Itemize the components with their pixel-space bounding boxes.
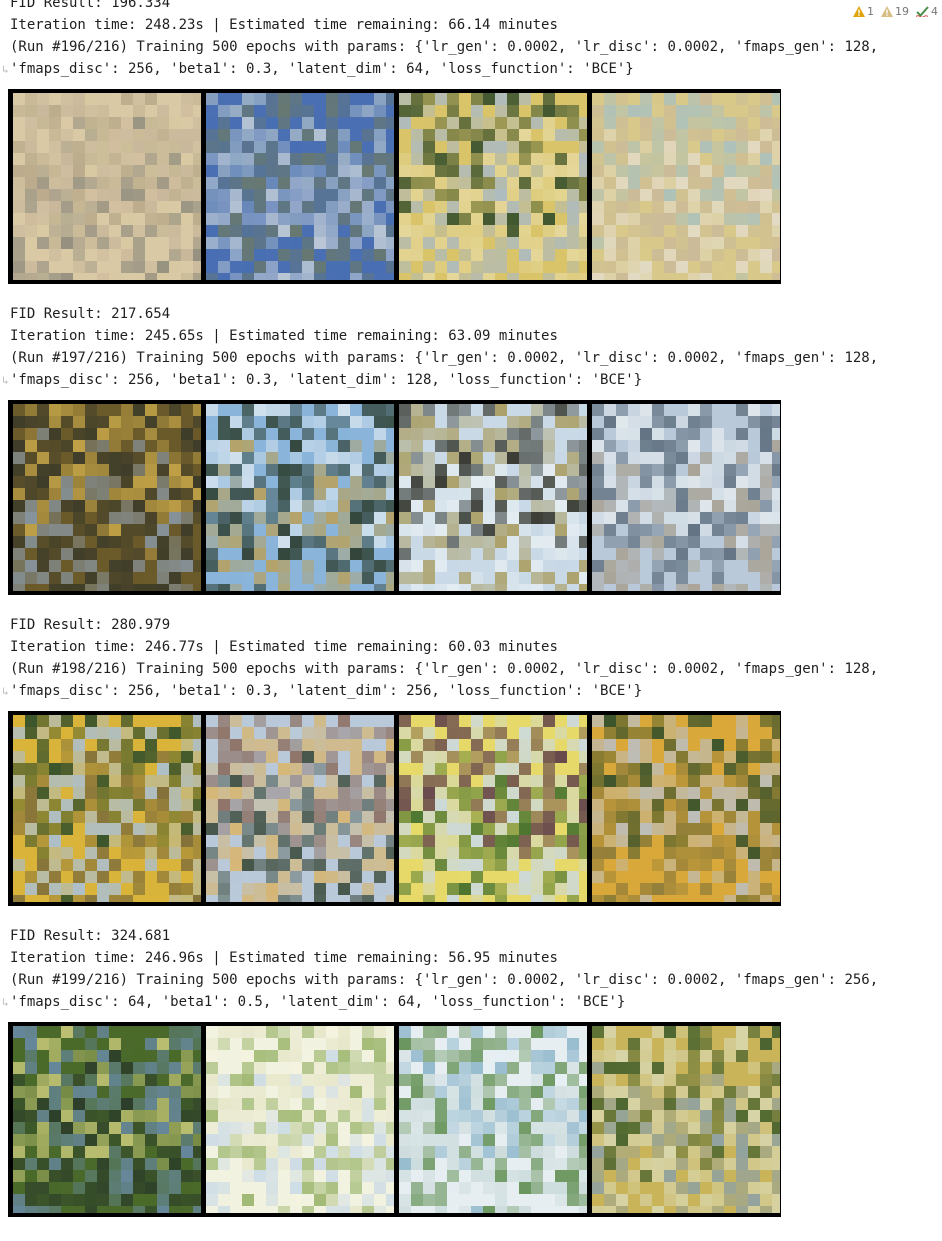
generated-image-canvas [399, 715, 587, 902]
warnings-count: 19 [895, 5, 909, 18]
generated-image-canvas [206, 715, 394, 902]
generated-image [592, 93, 780, 280]
output-block: FID Result: 324.681 Iteration time: 246.9… [2, 925, 878, 1217]
generated-image [399, 404, 587, 591]
iteration-time-line-text: Iteration time: 246.77s | Estimated time… [10, 639, 558, 655]
run-params-line: (Run #199/216) Training 500 epochs with … [10, 969, 878, 991]
generated-image-canvas [13, 715, 201, 902]
generated-image-canvas [13, 1026, 201, 1213]
run-params-line-text: (Run #199/216) Training 500 epochs with … [10, 972, 879, 988]
output-block: FID Result: 280.979 Iteration time: 246.7… [2, 614, 878, 906]
run-params-continued-line: ↳'fmaps_disc': 256, 'beta1': 0.3, 'laten… [2, 369, 878, 391]
generated-image-grid [8, 400, 781, 595]
generated-image [592, 1026, 780, 1213]
generated-image-canvas [13, 404, 201, 591]
fid-result-line-text: FID Result: 196.334 [10, 0, 171, 11]
generated-image [206, 1026, 394, 1213]
fid-result-line: FID Result: 196.334 [10, 0, 878, 14]
generated-image [592, 404, 780, 591]
iteration-time-line-text: Iteration time: 246.96s | Estimated time… [10, 950, 558, 966]
generated-image-canvas [592, 93, 780, 280]
run-params-line: (Run #196/216) Training 500 epochs with … [10, 36, 878, 58]
generated-image-canvas [399, 93, 587, 280]
run-params-line: (Run #198/216) Training 500 epochs with … [10, 658, 878, 680]
generated-image [399, 715, 587, 902]
iteration-time-line: Iteration time: 245.65s | Estimated time… [10, 325, 878, 347]
typo-check-icon [916, 6, 929, 17]
run-params-continued-line-text: 'fmaps_disc': 64, 'beta1': 0.5, 'latent_… [10, 994, 626, 1010]
fid-result-line-text: FID Result: 324.681 [10, 928, 171, 944]
fid-result-line-text: FID Result: 217.654 [10, 306, 171, 322]
run-params-line-text: (Run #197/216) Training 500 epochs with … [10, 350, 879, 366]
generated-image [13, 1026, 201, 1213]
run-params-continued-line-text: 'fmaps_disc': 256, 'beta1': 0.3, 'latent… [10, 61, 634, 77]
generated-image-canvas [399, 1026, 587, 1213]
output-block: FID Result: 196.334 Iteration time: 248.2… [2, 0, 878, 284]
soft-wrap-icon: ↳ [2, 685, 9, 698]
generated-image [399, 1026, 587, 1213]
fid-result-line: FID Result: 217.654 [10, 303, 878, 325]
generated-image-canvas [592, 404, 780, 591]
generated-image-canvas [206, 93, 394, 280]
generated-image [206, 93, 394, 280]
typos-count: 4 [931, 5, 938, 18]
iteration-time-line: Iteration time: 246.77s | Estimated time… [10, 636, 878, 658]
generated-image-grid [8, 711, 781, 906]
generated-image-grid [8, 1022, 781, 1217]
generated-image [13, 715, 201, 902]
generated-image-canvas [592, 715, 780, 902]
generated-image [399, 93, 587, 280]
generated-image [206, 404, 394, 591]
run-params-continued-line-text: 'fmaps_disc': 256, 'beta1': 0.3, 'latent… [10, 372, 643, 388]
run-params-continued-line-text: 'fmaps_disc': 256, 'beta1': 0.3, 'latent… [10, 683, 643, 699]
fid-result-line: FID Result: 280.979 [10, 614, 878, 636]
iteration-time-line-text: Iteration time: 245.65s | Estimated time… [10, 328, 558, 344]
weak-warning-triangle-icon [881, 6, 893, 17]
generated-image-canvas [206, 1026, 394, 1213]
run-params-line: (Run #197/216) Training 500 epochs with … [10, 347, 878, 369]
warnings-indicator[interactable]: 19 [881, 5, 909, 18]
soft-wrap-icon: ↳ [2, 996, 9, 1009]
iteration-time-line-text: Iteration time: 248.23s | Estimated time… [10, 17, 558, 33]
generated-image-canvas [592, 1026, 780, 1213]
typos-indicator[interactable]: 4 [916, 5, 938, 18]
soft-wrap-icon: ↳ [2, 63, 9, 76]
generated-image [592, 715, 780, 902]
run-params-continued-line: ↳'fmaps_disc': 256, 'beta1': 0.3, 'laten… [2, 58, 878, 80]
iteration-time-line: Iteration time: 246.96s | Estimated time… [10, 947, 878, 969]
iteration-time-line: Iteration time: 248.23s | Estimated time… [10, 14, 878, 36]
output-block: FID Result: 217.654 Iteration time: 245.6… [2, 303, 878, 595]
generated-image-grid [8, 89, 781, 284]
generated-image-canvas [399, 404, 587, 591]
generated-image-canvas [13, 93, 201, 280]
soft-wrap-icon: ↳ [2, 374, 9, 387]
fid-result-line-text: FID Result: 280.979 [10, 617, 171, 633]
fid-result-line: FID Result: 324.681 [10, 925, 878, 947]
generated-image [206, 715, 394, 902]
cell-output: FID Result: 196.334 Iteration time: 248.2… [2, 0, 878, 1236]
run-params-continued-line: ↳'fmaps_disc': 64, 'beta1': 0.5, 'latent… [2, 991, 878, 1013]
run-params-line-text: (Run #196/216) Training 500 epochs with … [10, 39, 879, 55]
run-params-line-text: (Run #198/216) Training 500 epochs with … [10, 661, 879, 677]
generated-image-canvas [206, 404, 394, 591]
run-params-continued-line: ↳'fmaps_disc': 256, 'beta1': 0.3, 'laten… [2, 680, 878, 702]
generated-image [13, 404, 201, 591]
generated-image [13, 93, 201, 280]
